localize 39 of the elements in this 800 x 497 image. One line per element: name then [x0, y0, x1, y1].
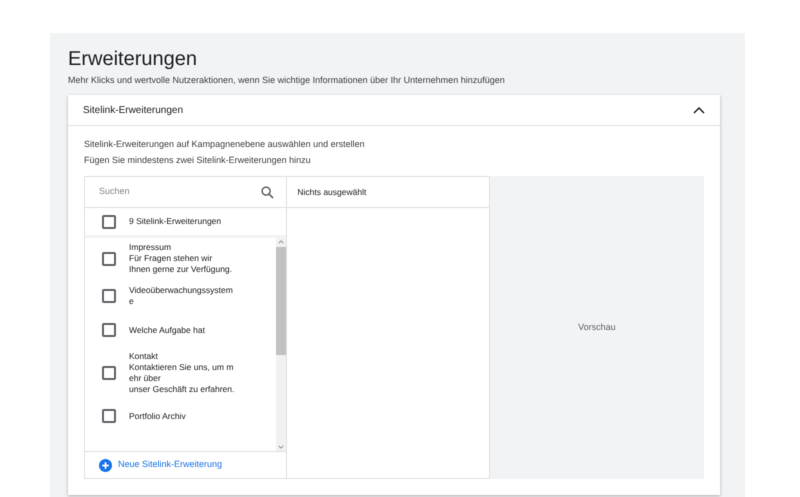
sitelink-text: Kontaktieren Sie uns, um m	[129, 362, 234, 373]
checkbox[interactable]	[102, 323, 116, 337]
select-all-label: 9 Sitelink-Erweiterungen	[129, 215, 222, 228]
sitelink-text: Ihnen gerne zur Verfügung.	[129, 264, 232, 275]
card-description: Sitelink-Erweiterungen auf Kampagnenebene auswählen und erstellen	[84, 138, 366, 151]
selected-label: Nichts ausgewählt	[297, 186, 366, 198]
plus-icon	[99, 458, 112, 472]
checkbox[interactable]	[102, 366, 116, 380]
sitelink-text: Welche Aufgabe hat	[129, 324, 205, 336]
sitelink-item[interactable]: Videoüberwachungssystem e	[85, 279, 276, 313]
sitelink-item[interactable]: Impressum Für Fragen stehen wir Ihnen gerne zur Verfügung.	[85, 238, 276, 279]
sitelink-text: e	[129, 296, 135, 307]
sitelink-text: Für Fragen stehen wir	[129, 253, 214, 264]
checkbox[interactable]	[102, 409, 116, 423]
search-field[interactable]: Suchen	[99, 185, 239, 199]
checkbox[interactable]	[102, 252, 116, 266]
scrollbar[interactable]	[276, 238, 286, 451]
chevron-up-icon[interactable]	[693, 106, 705, 114]
page-title: Erweiterungen	[68, 47, 198, 71]
sitelink-text: Videoüberwachungssystem	[129, 285, 233, 296]
sitelink-text: Kontakt	[129, 351, 159, 362]
checkbox[interactable]	[102, 214, 116, 228]
sitelink-text: Portfolio Archiv	[129, 410, 186, 422]
sitelink-item[interactable]: Kontakt Kontaktieren Sie uns, um m ehr über unser Geschäft zu erfahren.	[85, 347, 276, 399]
sitelink-text: ehr über	[129, 373, 162, 384]
page-subtitle: Mehr Klicks und wertvolle Nutzeraktionen, wenn Sie wichtige Informationen über Ihr Unternehmen hinzufügen	[68, 74, 506, 86]
card-header[interactable]: Sitelink-Erweiterungen	[68, 95, 720, 126]
sitelink-item[interactable]: Welche Aufgabe hat	[85, 313, 276, 347]
preview-label: Vorschau	[578, 320, 616, 334]
card-title: Sitelink-Erweiterungen	[83, 104, 184, 118]
new-sitelink-button[interactable]: Neue Sitelink-Erweiterung	[85, 451, 286, 478]
sitelink-text: Impressum	[129, 242, 172, 253]
scroll-up-icon[interactable]	[278, 240, 284, 244]
scroll-down-icon[interactable]	[278, 445, 284, 449]
checkbox[interactable]	[102, 289, 116, 303]
sitelink-text: unser Geschäft zu erfahren.	[129, 384, 234, 395]
card-description: Fügen Sie mindestens zwei Sitelink-Erweiterungen hinzu	[84, 154, 312, 167]
search-icon[interactable]	[261, 186, 274, 198]
sitelink-item[interactable]: Portfolio Archiv	[85, 399, 276, 433]
